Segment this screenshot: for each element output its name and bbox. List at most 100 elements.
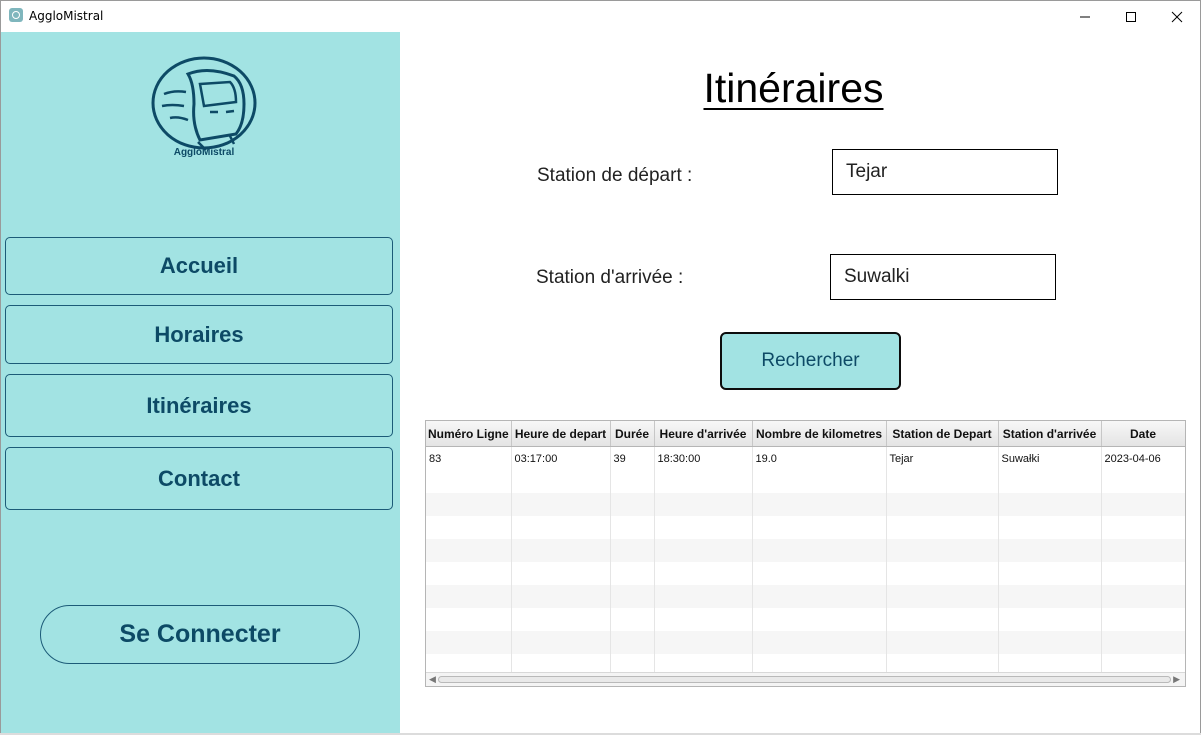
maximize-icon [1126, 11, 1136, 22]
sidebar: AggloMistral Accueil Horaires Itinéraire… [1, 32, 400, 734]
empty-table-cell [1101, 516, 1185, 539]
close-button[interactable] [1154, 1, 1200, 32]
table-cell: 39 [610, 446, 655, 470]
empty-table-cell [610, 493, 655, 516]
column-header[interactable]: Station de Depart [886, 421, 999, 447]
empty-table-row [426, 493, 1185, 516]
column-header[interactable]: Numéro Ligne [426, 421, 512, 447]
empty-table-cell [511, 631, 611, 654]
table-cell: 18:30:00 [654, 446, 753, 470]
empty-table-cell [752, 562, 887, 585]
empty-table-cell [610, 608, 655, 631]
horizontal-scrollbar[interactable]: ◀ ▶ [426, 672, 1185, 686]
empty-table-cell [610, 470, 655, 493]
table-cell: 2023-04-06 [1101, 446, 1185, 470]
title-bar[interactable]: AggloMistral [1, 1, 1200, 32]
empty-table-cell [752, 516, 887, 539]
column-header[interactable]: Date [1101, 421, 1185, 447]
empty-table-cell [654, 516, 753, 539]
empty-table-cell [998, 631, 1102, 654]
empty-table-cell [886, 516, 999, 539]
empty-table-cell [426, 516, 512, 539]
empty-table-cell [654, 585, 753, 608]
empty-table-cell [426, 585, 512, 608]
search-button[interactable]: Rechercher [720, 332, 901, 390]
minimize-button[interactable] [1062, 1, 1108, 32]
empty-table-cell [511, 539, 611, 562]
empty-table-cell [998, 470, 1102, 493]
empty-table-cell [752, 470, 887, 493]
table-cell: Tejar [886, 446, 999, 470]
scroll-left-icon[interactable]: ◀ [429, 675, 436, 685]
empty-table-row [426, 470, 1185, 493]
empty-table-cell [654, 608, 753, 631]
connect-button[interactable]: Se Connecter [40, 605, 360, 664]
empty-table-cell [426, 562, 512, 585]
empty-table-cell [886, 562, 999, 585]
empty-table-row [426, 608, 1185, 631]
empty-table-row [426, 539, 1185, 562]
nav-contact-button[interactable]: Contact [5, 447, 393, 510]
empty-table-cell [654, 539, 753, 562]
nav-horaires-button[interactable]: Horaires [5, 305, 393, 364]
empty-table-cell [998, 516, 1102, 539]
app-window: AggloMistral AggloMistral Accueil Horair… [0, 0, 1201, 735]
empty-table-cell [1101, 493, 1185, 516]
empty-table-cell [1101, 585, 1185, 608]
empty-table-cell [654, 493, 753, 516]
empty-table-cell [998, 493, 1102, 516]
arrival-label: Station d'arrivée : [536, 267, 684, 288]
empty-table-cell [426, 493, 512, 516]
app-icon [9, 8, 23, 22]
empty-table-cell [886, 539, 999, 562]
scroll-thumb[interactable] [438, 676, 1171, 683]
column-header[interactable]: Durée [610, 421, 655, 447]
empty-table-cell [426, 539, 512, 562]
empty-table-cell [886, 470, 999, 493]
column-header[interactable]: Heure d'arrivée [654, 421, 753, 447]
empty-table-cell [886, 608, 999, 631]
empty-table-cell [610, 585, 655, 608]
departure-input[interactable] [832, 149, 1058, 195]
empty-table-cell [752, 493, 887, 516]
column-header[interactable]: Station d'arrivée [998, 421, 1102, 447]
scroll-right-icon[interactable]: ▶ [1173, 675, 1180, 685]
maximize-button[interactable] [1108, 1, 1154, 32]
empty-table-cell [998, 539, 1102, 562]
empty-table-cell [998, 585, 1102, 608]
departure-label: Station de départ : [537, 165, 693, 186]
column-header[interactable]: Nombre de kilometres [752, 421, 887, 447]
page-title: Itinéraires [703, 65, 884, 111]
empty-table-cell [1101, 631, 1185, 654]
empty-table-cell [511, 608, 611, 631]
empty-table-cell [610, 631, 655, 654]
table-cell: 03:17:00 [511, 446, 611, 470]
empty-table-cell [998, 562, 1102, 585]
column-header[interactable]: Heure de depart [511, 421, 611, 447]
empty-table-cell [610, 539, 655, 562]
arrival-input[interactable] [830, 254, 1056, 300]
empty-table-cell [1101, 562, 1185, 585]
empty-table-row [426, 585, 1185, 608]
empty-table-cell [886, 631, 999, 654]
empty-table-cell [511, 585, 611, 608]
empty-table-cell [511, 562, 611, 585]
empty-table-cell [752, 631, 887, 654]
empty-table-row [426, 562, 1185, 585]
table-cell: 19.0 [752, 446, 887, 470]
empty-table-cell [654, 562, 753, 585]
empty-table-cell [610, 516, 655, 539]
nav-accueil-button[interactable]: Accueil [5, 237, 393, 295]
table-header-row: Numéro Ligne Heure de depart Durée Heure… [426, 421, 1185, 447]
empty-table-cell [511, 470, 611, 493]
empty-table-cell [654, 631, 753, 654]
table-row[interactable]: 83 03:17:00 39 18:30:00 19.0 Tejar Suwał… [426, 446, 1185, 470]
empty-table-cell [511, 493, 611, 516]
empty-table-cell [886, 493, 999, 516]
results-table[interactable]: Numéro Ligne Heure de depart Durée Heure… [425, 420, 1186, 687]
empty-table-cell [511, 516, 611, 539]
nav-itineraires-button[interactable]: Itinéraires [5, 374, 393, 437]
table-cell: Suwałki [998, 446, 1102, 470]
empty-table-cell [752, 539, 887, 562]
minimize-icon [1080, 16, 1090, 17]
